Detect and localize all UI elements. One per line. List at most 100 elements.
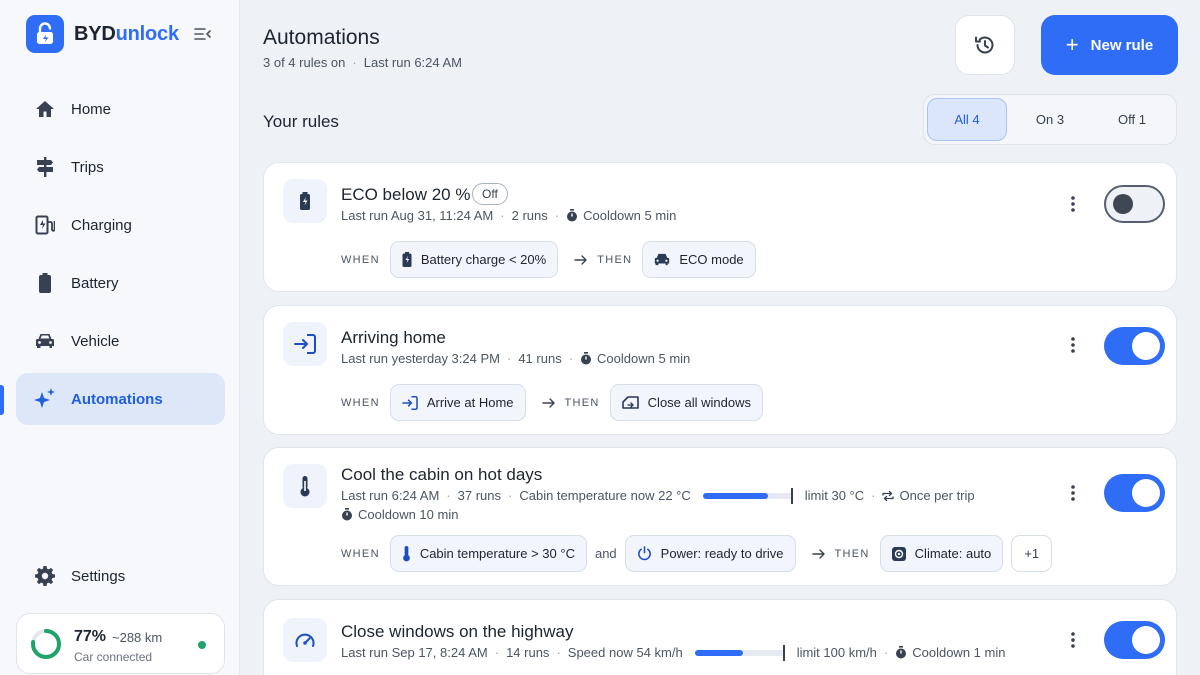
run-count: 37 runs — [457, 488, 501, 503]
battery-level-ring — [31, 629, 61, 659]
cooldown: Cooldown 5 min — [583, 208, 677, 223]
limit-value: limit 30 °C — [804, 488, 865, 503]
run-count: 2 runs — [511, 208, 548, 223]
more-options-icon[interactable] — [1064, 480, 1082, 506]
nav-item-charging[interactable]: Charging — [16, 199, 225, 251]
collapse-sidebar-button[interactable] — [193, 24, 213, 44]
rule-toggle[interactable] — [1104, 327, 1165, 365]
arrive-icon — [402, 395, 418, 410]
window-icon — [621, 396, 639, 409]
meter-fill — [694, 649, 744, 656]
arrive-icon — [283, 322, 327, 366]
cooldown: Cooldown 5 min — [597, 351, 691, 366]
car-status-card[interactable]: 77% ~288 km Car connected — [16, 613, 225, 674]
condition-chip[interactable]: Battery charge < 20% — [389, 241, 559, 278]
action-chip[interactable]: Close all windows — [609, 384, 763, 421]
filter-tab-off[interactable]: Off 1 — [1092, 98, 1172, 141]
timer-icon — [341, 508, 353, 521]
rule-card[interactable]: Cool the cabin on hot days Last run 6:24… — [263, 447, 1177, 586]
new-rule-button[interactable]: + New rule — [1041, 15, 1178, 75]
current-reading: Cabin temperature now 22 °C — [519, 488, 691, 503]
climate-icon — [891, 546, 906, 561]
rule-meta-secondary: Cooldown 10 min — [341, 507, 458, 522]
when-keyword: WHEN — [341, 253, 380, 266]
gear-icon — [34, 565, 56, 587]
condition-chip[interactable]: Power: ready to drive — [624, 535, 796, 572]
nav-item-home[interactable]: Home — [16, 83, 225, 135]
battery-icon — [34, 272, 56, 294]
thermometer-icon — [283, 464, 327, 508]
toggle-knob — [1132, 332, 1160, 360]
nav-item-automations[interactable]: Automations — [16, 373, 225, 425]
last-run: Last run Aug 31, 11:24 AM — [341, 208, 494, 223]
home-icon — [34, 98, 56, 120]
history-icon — [975, 36, 994, 54]
last-run: Last run 6:24 AM — [341, 488, 440, 503]
then-keyword: THEN — [564, 396, 600, 409]
rule-toggle[interactable] — [1104, 185, 1165, 223]
rule-title: ECO below 20 % — [341, 185, 471, 204]
arrow-right-icon — [541, 397, 556, 409]
when-keyword: WHEN — [341, 547, 380, 560]
limit-marker — [782, 644, 785, 661]
more-options-icon[interactable] — [1064, 627, 1082, 653]
cooldown: Cooldown 1 min — [912, 645, 1006, 660]
history-button[interactable] — [955, 15, 1015, 75]
car-icon — [654, 253, 670, 266]
rule-toggle[interactable] — [1104, 474, 1165, 512]
cooldown: Cooldown 10 min — [358, 507, 459, 522]
rule-card[interactable]: Arriving home Last run yesterday 3:24 PM… — [263, 305, 1177, 435]
rule-conditions: WHEN Cabin temperature > 30 °C and Power… — [341, 535, 1053, 572]
filter-tab-on[interactable]: On 3 — [1010, 98, 1090, 141]
more-options-icon[interactable] — [1064, 332, 1082, 358]
toggle-knob — [1113, 194, 1133, 214]
toggle-knob — [1132, 479, 1160, 507]
run-count: 41 runs — [518, 351, 562, 366]
threshold-meter — [702, 487, 793, 504]
then-keyword: THEN — [834, 547, 870, 560]
power-icon — [637, 546, 652, 561]
rule-toggle[interactable] — [1104, 621, 1165, 659]
rule-filter: All 4 On 3 Off 1 — [923, 94, 1177, 145]
range-estimate: ~288 km — [112, 630, 163, 645]
limit-value: limit 100 km/h — [796, 645, 877, 660]
thermometer-icon — [402, 545, 411, 562]
timer-icon — [895, 646, 907, 659]
speedometer-icon — [283, 618, 327, 662]
arrow-right-icon — [811, 548, 826, 560]
condition-chip[interactable]: Cabin temperature > 30 °C — [389, 535, 587, 572]
sidebar: BYDunlock Home Trips Charging Battery Ve… — [0, 0, 240, 675]
last-run: Last run yesterday 3:24 PM — [341, 351, 500, 366]
more-options-icon[interactable] — [1064, 191, 1082, 217]
rule-card[interactable]: Close windows on the highway Last run Se… — [263, 599, 1177, 675]
frequency: Once per trip — [899, 488, 975, 503]
and-keyword: and — [594, 546, 617, 561]
unlock-logo-icon — [26, 15, 64, 53]
nav-item-settings[interactable]: Settings — [16, 550, 225, 602]
brand[interactable]: BYDunlock — [26, 15, 179, 53]
car-icon — [34, 330, 56, 352]
nav-item-trips[interactable]: Trips — [16, 141, 225, 193]
nav-label: Charging — [71, 216, 132, 234]
rule-meta: Last run Aug 31, 11:24 AM · 2 runs · Coold… — [341, 208, 677, 223]
status-badge: Off — [472, 183, 508, 205]
rule-card[interactable]: ECO below 20 % Off Last run Aug 31, 11:2… — [263, 162, 1177, 292]
last-run-time: Last run 6:24 AM — [363, 55, 463, 70]
rules-on-count: 3 of 4 rules on — [263, 55, 346, 70]
plus-icon: + — [1065, 32, 1079, 57]
nav-item-battery[interactable]: Battery — [16, 257, 225, 309]
run-count: 14 runs — [506, 645, 550, 660]
sparkle-icon — [34, 388, 56, 410]
filter-tab-all[interactable]: All 4 — [927, 98, 1007, 141]
nav-item-vehicle[interactable]: Vehicle — [16, 315, 225, 367]
arrow-right-icon — [574, 254, 588, 266]
action-chip[interactable]: Climate: auto — [879, 535, 1004, 572]
rule-meta: Last run Sep 17, 8:24 AM · 14 runs · Speed… — [341, 644, 1006, 661]
condition-chip[interactable]: Arrive at Home — [389, 384, 526, 421]
action-chip[interactable]: ECO mode — [642, 241, 756, 278]
nav-label: Home — [71, 100, 112, 118]
nav-label: Trips — [71, 158, 104, 176]
nav-label: Settings — [71, 567, 126, 585]
signpost-icon — [34, 156, 56, 178]
more-actions-chip[interactable]: +1 — [1011, 535, 1053, 572]
